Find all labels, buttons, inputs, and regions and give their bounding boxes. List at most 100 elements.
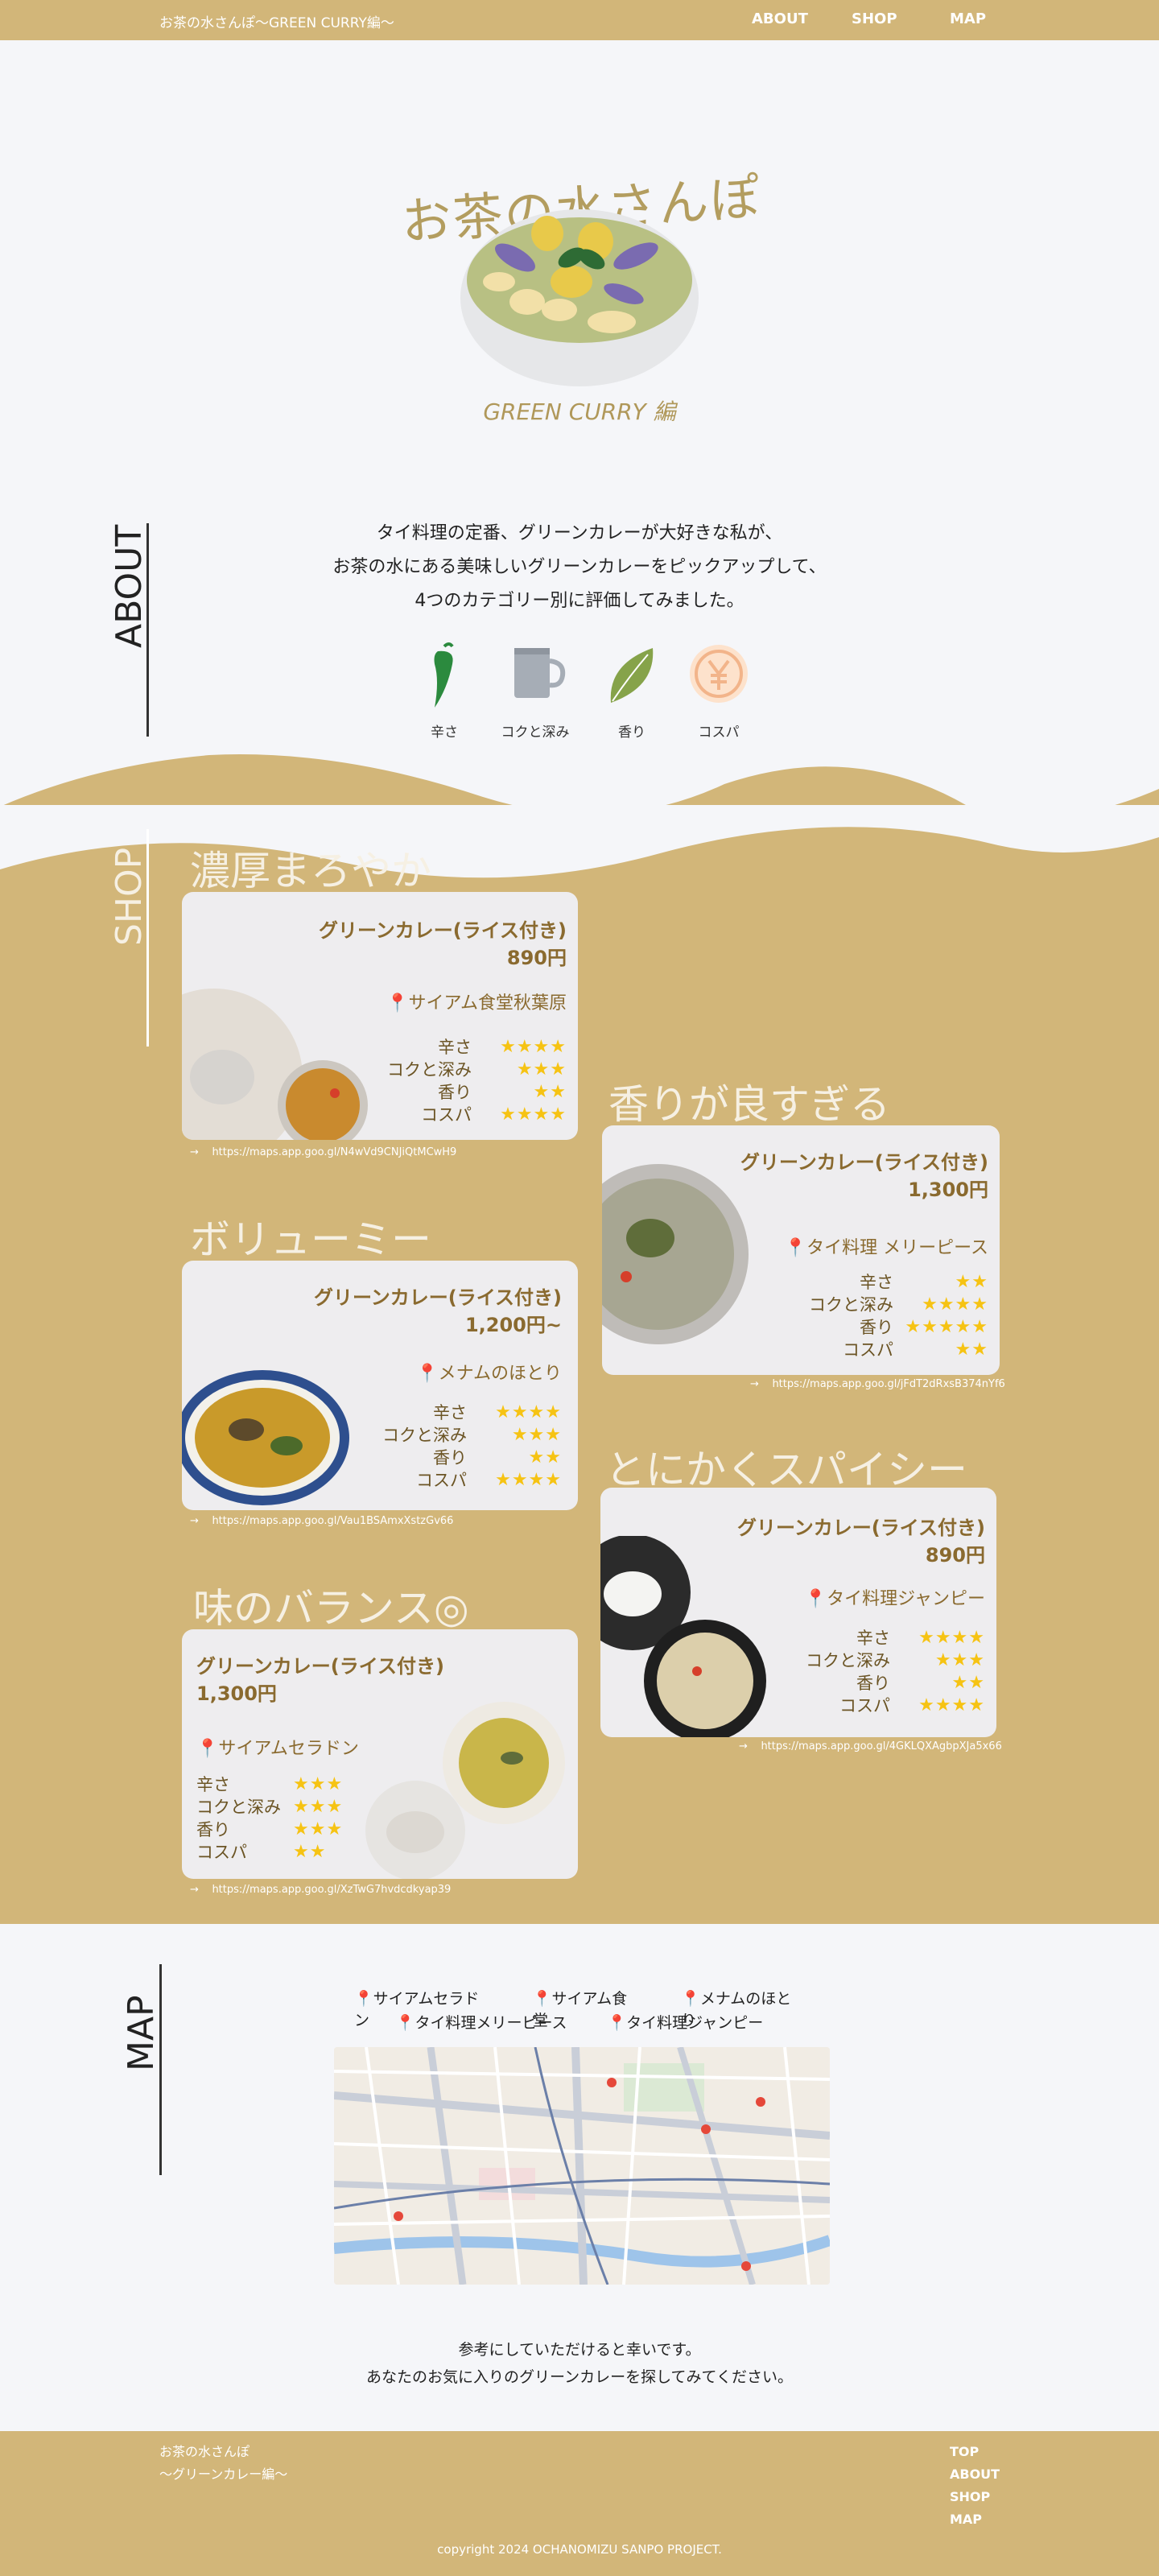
site-title[interactable]: お茶の水さんぽ〜GREEN CURRY編〜 [159, 11, 394, 31]
rating-label: 香り [438, 1083, 472, 1102]
pin-icon: 📍 [784, 1238, 807, 1258]
star-rating-icon: ★★★ [934, 1649, 985, 1670]
star-rating-icon: ★★ [528, 1447, 562, 1468]
shop-card-menam[interactable]: グリーンカレー(ライス付き) 1,200円~ 📍メナムのほとり 辛さ ★★★★ コク… [182, 1261, 578, 1510]
star-rating-icon: ★★★ [293, 1818, 344, 1839]
hero-subtitle: GREEN CURRY 編 [483, 398, 676, 425]
nav-map[interactable]: MAP [950, 10, 986, 27]
dish-name: グリーンカレー(ライス付き) [313, 1286, 562, 1309]
dish-price: 1,300円 [908, 1179, 988, 1201]
rating-label: コクと深み [382, 1426, 467, 1445]
shop-name-text: サイアムセラドン [218, 1739, 359, 1759]
star-rating-icon: ★★★★ [495, 1402, 562, 1422]
shop-divider [146, 829, 149, 1046]
dish-name: グリーンカレー(ライス付き) [318, 919, 567, 942]
rating-label: 辛さ [196, 1775, 230, 1794]
shop-card-siam-celadon[interactable]: グリーンカレー(ライス付き) 1,300円 📍サイアムセラドン 辛さ ★★★ コクと… [182, 1629, 578, 1879]
card-title: 香りが良すぎる [608, 1081, 890, 1128]
map-url[interactable]: https://maps.app.goo.gl/Vau1BSAmxXstzGv6… [212, 1515, 453, 1527]
map-legend-text: タイ料理ジャンピー [626, 2014, 764, 2032]
footer: お茶の水さんぽ 〜グリーンカレー編〜 TOP ABOUT SHOP MAP co… [0, 2431, 1159, 2576]
star-rating-icon: ★★ [955, 1339, 988, 1360]
map-legend-item: 📍タイ料理メリーピース [396, 2011, 567, 2033]
shop-name-text: メナムのほとり [438, 1364, 562, 1384]
shop-card-siam-shokudo[interactable]: グリーンカレー(ライス付き) 890円 📍サイアム食堂秋葉原 辛さ ★★★★ コクと… [182, 892, 578, 1140]
nav-about[interactable]: ABOUT [752, 10, 808, 27]
pin-icon: 📍 [354, 1990, 373, 2008]
star-rating-icon: ★★★★ [500, 1104, 567, 1125]
footer-nav-shop[interactable]: SHOP [950, 2489, 990, 2504]
arrow-icon: → [750, 1378, 759, 1390]
map-heading: MAP [121, 1995, 162, 2071]
map-link[interactable]: → https://maps.app.goo.gl/N4wVd9CNJiQtMC… [190, 1146, 456, 1158]
shop-card-jumpee[interactable]: グリーンカレー(ライス付き) 890円 📍タイ料理ジャンピー 辛さ ★★★★ コクと… [600, 1488, 996, 1737]
rating-row: 辛さ ★★★★ [353, 1401, 562, 1423]
rating-row: コスパ ★★★★ [776, 1694, 985, 1716]
map-divider [159, 1964, 162, 2175]
rating-row: 香り ★★★ [196, 1818, 406, 1840]
category-label: 辛さ [431, 724, 458, 741]
pin-icon: 📍 [804, 1589, 827, 1609]
green-curry-bowl-illustration [460, 209, 699, 386]
rating-label: コクと深み [196, 1798, 281, 1817]
arrow-icon: → [190, 1146, 199, 1158]
curry-photo [182, 1370, 349, 1505]
rating-label: コスパ [416, 1471, 467, 1490]
shop-heading: SHOP [109, 847, 150, 946]
map-url[interactable]: https://maps.app.goo.gl/4GKLQXAgbpXJa5x6… [761, 1740, 1001, 1752]
pin-icon: 📍 [532, 1990, 552, 2008]
arrow-icon: → [190, 1884, 199, 1896]
chili-icon [434, 642, 454, 708]
rating-table: 辛さ ★★★★ コクと深み ★★★ 香り ★★ コスパ ★★★★ [776, 1626, 985, 1716]
rating-label: コスパ [839, 1696, 890, 1715]
area-map[interactable] [334, 2047, 830, 2285]
street-map-graphic [334, 2047, 830, 2285]
rating-row: コクと深み ★★★ [357, 1058, 567, 1080]
map-legend-row2: 📍タイ料理メリーピース 📍タイ料理ジャンピー [354, 2011, 805, 2033]
rating-label: 香り [860, 1318, 893, 1337]
rating-label: 香り [856, 1674, 890, 1693]
star-rating-icon: ★★ [955, 1271, 988, 1292]
map-link[interactable]: → https://maps.app.goo.gl/Vau1BSAmxXstzG… [190, 1515, 453, 1527]
category-spice: 辛さ [400, 640, 489, 741]
star-rating-icon: ★★★ [293, 1796, 344, 1817]
footer-nav-about[interactable]: ABOUT [950, 2467, 1000, 2482]
footer-nav-map[interactable]: MAP [950, 2512, 982, 2527]
rating-label: コスパ [843, 1340, 893, 1360]
footer-nav-top[interactable]: TOP [950, 2444, 979, 2459]
category-value: コスパ [674, 640, 763, 741]
pin-icon: 📍 [416, 1364, 439, 1384]
dish-price: 1,300円 [196, 1682, 277, 1705]
star-rating-icon: ★★★★★ [905, 1316, 988, 1337]
star-rating-icon: ★★★ [293, 1773, 344, 1794]
rating-label: 辛さ [856, 1629, 890, 1648]
rating-table: 辛さ ★★★★ コクと深み ★★★ 香り ★★ コスパ ★★★★ [357, 1035, 567, 1125]
rating-row: 香り ★★ [353, 1446, 562, 1468]
rating-row: コスパ ★★★★ [357, 1103, 567, 1125]
about-line: 4つのカテゴリー別に評価してみました。 [415, 591, 744, 611]
pin-icon: 📍 [196, 1739, 219, 1759]
rating-row: コクと深み ★★★ [776, 1649, 985, 1671]
rating-row: 辛さ ★★★★ [357, 1035, 567, 1058]
map-url[interactable]: https://maps.app.goo.gl/jFdT2dRxsB374nYf… [772, 1378, 1004, 1390]
map-link[interactable]: → https://maps.app.goo.gl/jFdT2dRxsB374n… [750, 1378, 1005, 1390]
shop-card-merry-peace[interactable]: グリーンカレー(ライス付き) 1,300円 📍タイ料理 メリーピース 辛さ ★★ コ… [602, 1125, 1000, 1375]
shop-name: 📍メナムのほとり [320, 1359, 562, 1385]
rating-row: 香り ★★★★★ [771, 1315, 988, 1338]
shop-name: 📍サイアム食堂秋葉原 [325, 989, 567, 1014]
map-url[interactable]: https://maps.app.goo.gl/N4wVd9CNJiQtMCwH… [212, 1146, 456, 1158]
nav-shop[interactable]: SHOP [852, 10, 897, 27]
leaf-icon [610, 648, 654, 703]
about-line: タイ料理の定番、グリーンカレーが大好きな私が、 [376, 523, 783, 543]
footer-site-title: お茶の水さんぽ [159, 2444, 250, 2459]
map-link[interactable]: → https://maps.app.goo.gl/XzTwG7hvdcdkya… [190, 1884, 451, 1896]
closing-line: 参考にしていただけると幸いです。 [458, 2341, 701, 2359]
rating-table: 辛さ ★★★ コクと深み ★★★ 香り ★★★ コスパ ★★ [196, 1773, 406, 1863]
yen-icon [690, 645, 748, 703]
map-url[interactable]: https://maps.app.goo.gl/XzTwG7hvdcdkyap3… [212, 1884, 451, 1896]
card-title: 濃厚まろやか [190, 848, 431, 894]
footer-site-subtitle: 〜グリーンカレー編〜 [159, 2467, 288, 2482]
map-link[interactable]: → https://maps.app.goo.gl/4GKLQXAgbpXJa5… [739, 1740, 1002, 1752]
dish-name: グリーンカレー(ライス付き) [736, 1517, 985, 1539]
rating-label: コクと深み [387, 1060, 472, 1080]
